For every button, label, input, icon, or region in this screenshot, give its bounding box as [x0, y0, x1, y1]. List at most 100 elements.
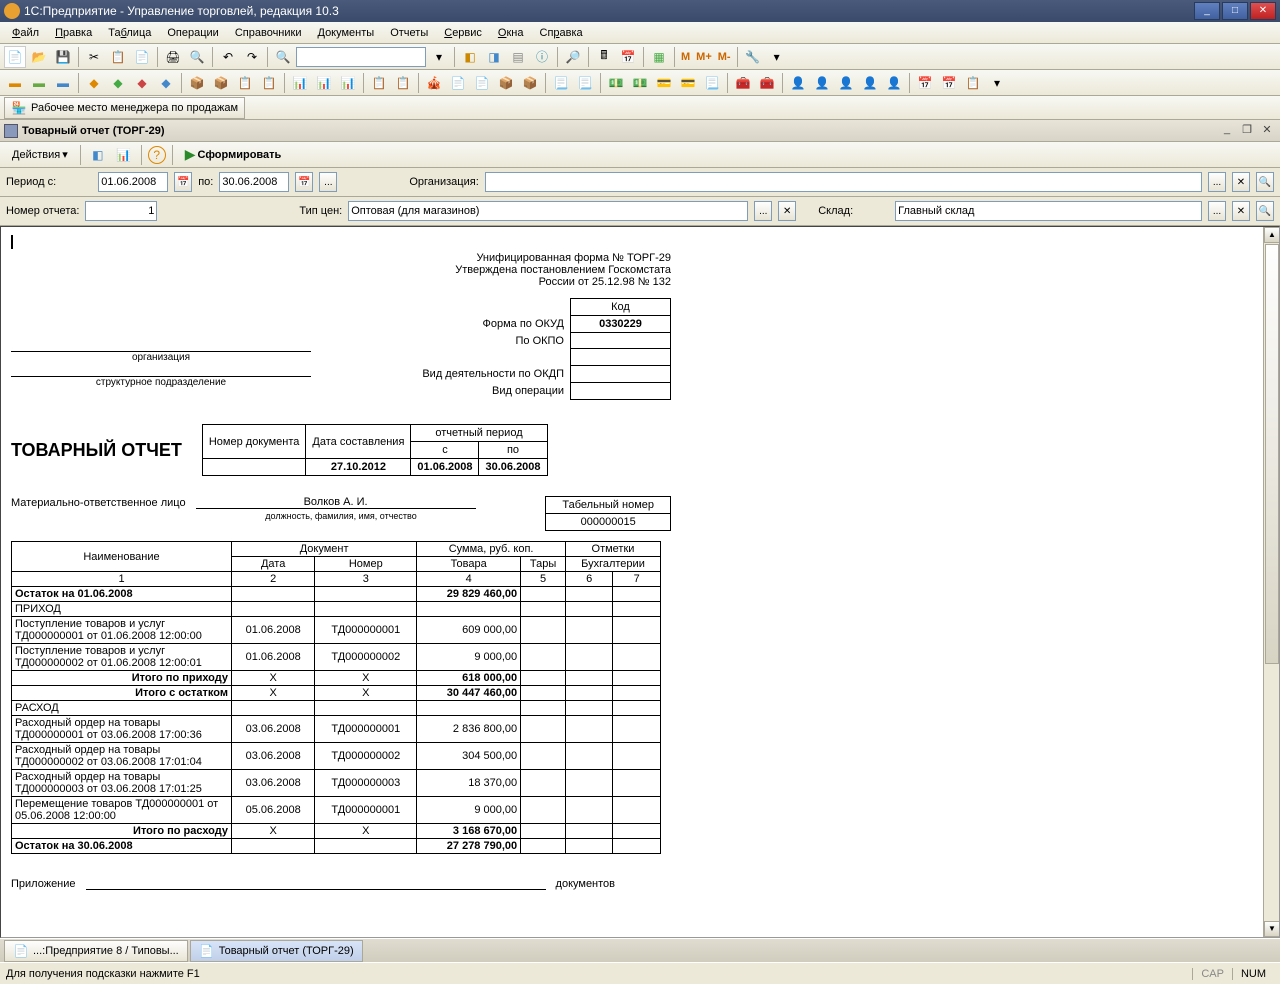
date-to-picker-icon[interactable]: 📅: [295, 172, 313, 192]
t2-icon-26[interactable]: 💳: [653, 72, 675, 94]
date-from-picker-icon[interactable]: 📅: [174, 172, 192, 192]
menu-service[interactable]: Сервис: [436, 25, 490, 41]
t2-icon-4[interactable]: ◆: [83, 72, 105, 94]
report-num-input[interactable]: [85, 201, 157, 221]
period-select-icon[interactable]: ...: [319, 172, 337, 192]
org-search-icon[interactable]: 🔍: [1256, 172, 1274, 192]
t2-icon-21[interactable]: 📦: [519, 72, 541, 94]
m-button[interactable]: M: [679, 51, 692, 63]
t2-icon-18[interactable]: 📄: [447, 72, 469, 94]
preview-icon[interactable]: 🔍: [186, 46, 208, 68]
menu-operations[interactable]: Операции: [159, 25, 226, 41]
taskbar-button[interactable]: 📄Товарный отчет (ТОРГ-29): [190, 940, 363, 962]
t2-icon-5[interactable]: ◆: [107, 72, 129, 94]
calc-icon[interactable]: 🖩: [593, 46, 615, 68]
help-icon[interactable]: ⓘ: [531, 46, 553, 68]
doc-minimize-button[interactable]: _: [1218, 123, 1236, 139]
t2-icon-28[interactable]: 📃: [701, 72, 723, 94]
action-icon-2[interactable]: 📊: [113, 144, 135, 166]
paste-icon[interactable]: 📄: [131, 46, 153, 68]
scroll-down-icon[interactable]: ▼: [1264, 921, 1280, 937]
ref1-icon[interactable]: ◧: [459, 46, 481, 68]
t2-user-icon-4[interactable]: 👤: [859, 72, 881, 94]
warehouse-search-icon[interactable]: 🔍: [1256, 201, 1274, 221]
t2-icon-8[interactable]: 📦: [186, 72, 208, 94]
org-clear-icon[interactable]: ✕: [1232, 172, 1250, 192]
t2-icon-13[interactable]: 📊: [313, 72, 335, 94]
t2-user-icon-5[interactable]: 👤: [883, 72, 905, 94]
close-button[interactable]: ✕: [1250, 2, 1276, 20]
t2-icon-7[interactable]: ◆: [155, 72, 177, 94]
t2-icon-24[interactable]: 💵: [605, 72, 627, 94]
t2-icon-17[interactable]: 🎪: [423, 72, 445, 94]
t2-icon-10[interactable]: 📋: [234, 72, 256, 94]
t2-icon-31[interactable]: 📅: [914, 72, 936, 94]
t2-icon-12[interactable]: 📊: [289, 72, 311, 94]
t2-icon-3[interactable]: ▬: [52, 72, 74, 94]
warehouse-input[interactable]: [895, 201, 1202, 221]
actions-dropdown[interactable]: Действия ▾: [6, 146, 74, 163]
grid-icon[interactable]: ▦: [648, 46, 670, 68]
copy-icon[interactable]: 📋: [107, 46, 129, 68]
tools-icon[interactable]: 🔧: [742, 46, 764, 68]
org-select-icon[interactable]: ...: [1208, 172, 1226, 192]
t2-icon-14[interactable]: 📊: [337, 72, 359, 94]
scroll-thumb[interactable]: [1265, 244, 1279, 664]
date-to-input[interactable]: [219, 172, 289, 192]
maximize-button[interactable]: □: [1222, 2, 1248, 20]
menu-reports[interactable]: Отчеты: [382, 25, 436, 41]
action-help-icon[interactable]: ?: [148, 146, 166, 164]
taskbar-button[interactable]: 📄...:Предприятие 8 / Типовы...: [4, 940, 188, 962]
open-icon[interactable]: 📂: [28, 46, 50, 68]
t2-icon-20[interactable]: 📦: [495, 72, 517, 94]
menu-docs[interactable]: Документы: [309, 25, 382, 41]
t2-icon-33[interactable]: 📋: [962, 72, 984, 94]
report-content[interactable]: Унифицированная форма № ТОРГ-29 Утвержде…: [1, 227, 1263, 937]
t2-icon-6[interactable]: ◆: [131, 72, 153, 94]
t2-icon-22[interactable]: 📃: [550, 72, 572, 94]
cut-icon[interactable]: ✂: [83, 46, 105, 68]
t2-icon-25[interactable]: 💵: [629, 72, 651, 94]
print-icon[interactable]: 🖨: [162, 46, 184, 68]
menu-windows[interactable]: Окна: [490, 25, 532, 41]
minimize-button[interactable]: _: [1194, 2, 1220, 20]
t2-icon-16[interactable]: 📋: [392, 72, 414, 94]
save-icon[interactable]: 💾: [52, 46, 74, 68]
ref2-icon[interactable]: ◨: [483, 46, 505, 68]
t2-icon-27[interactable]: 💳: [677, 72, 699, 94]
t2-icon-32[interactable]: 📅: [938, 72, 960, 94]
t2-icon-9[interactable]: 📦: [210, 72, 232, 94]
warehouse-select-icon[interactable]: ...: [1208, 201, 1226, 221]
find-icon[interactable]: 🔎: [562, 46, 584, 68]
tools-dropdown-icon[interactable]: ▾: [766, 46, 788, 68]
doc-restore-button[interactable]: ❐: [1238, 123, 1256, 139]
t2-user-icon-2[interactable]: 👤: [811, 72, 833, 94]
menu-table[interactable]: Таблица: [100, 25, 159, 41]
menu-file[interactable]: Файл: [4, 25, 47, 41]
t2-icon-11[interactable]: 📋: [258, 72, 280, 94]
vertical-scrollbar[interactable]: ▲ ▼: [1263, 227, 1279, 937]
search-input[interactable]: [296, 47, 426, 67]
doc-close-button[interactable]: ✕: [1258, 123, 1276, 139]
scroll-up-icon[interactable]: ▲: [1264, 227, 1280, 243]
workplace-button[interactable]: 🏪 Рабочее место менеджера по продажам: [4, 97, 245, 119]
price-type-input[interactable]: [348, 201, 748, 221]
t2-dropdown-icon[interactable]: ▾: [986, 72, 1008, 94]
ref3-icon[interactable]: ▤: [507, 46, 529, 68]
calendar-icon[interactable]: 📅: [617, 46, 639, 68]
t2-icon-19[interactable]: 📄: [471, 72, 493, 94]
org-input[interactable]: [485, 172, 1202, 192]
mplus-button[interactable]: M+: [694, 51, 714, 63]
mminus-button[interactable]: M-: [716, 51, 733, 63]
t2-icon-30[interactable]: 🧰: [756, 72, 778, 94]
redo-icon[interactable]: ↷: [241, 46, 263, 68]
undo-icon[interactable]: ↶: [217, 46, 239, 68]
t2-icon-29[interactable]: 🧰: [732, 72, 754, 94]
t2-icon-2[interactable]: ▬: [28, 72, 50, 94]
t2-icon-23[interactable]: 📃: [574, 72, 596, 94]
price-type-select-icon[interactable]: ...: [754, 201, 772, 221]
menu-refs[interactable]: Справочники: [227, 25, 310, 41]
t2-user-icon-1[interactable]: 👤: [787, 72, 809, 94]
t2-user-icon-3[interactable]: 👤: [835, 72, 857, 94]
menu-help[interactable]: Справка: [532, 25, 591, 41]
